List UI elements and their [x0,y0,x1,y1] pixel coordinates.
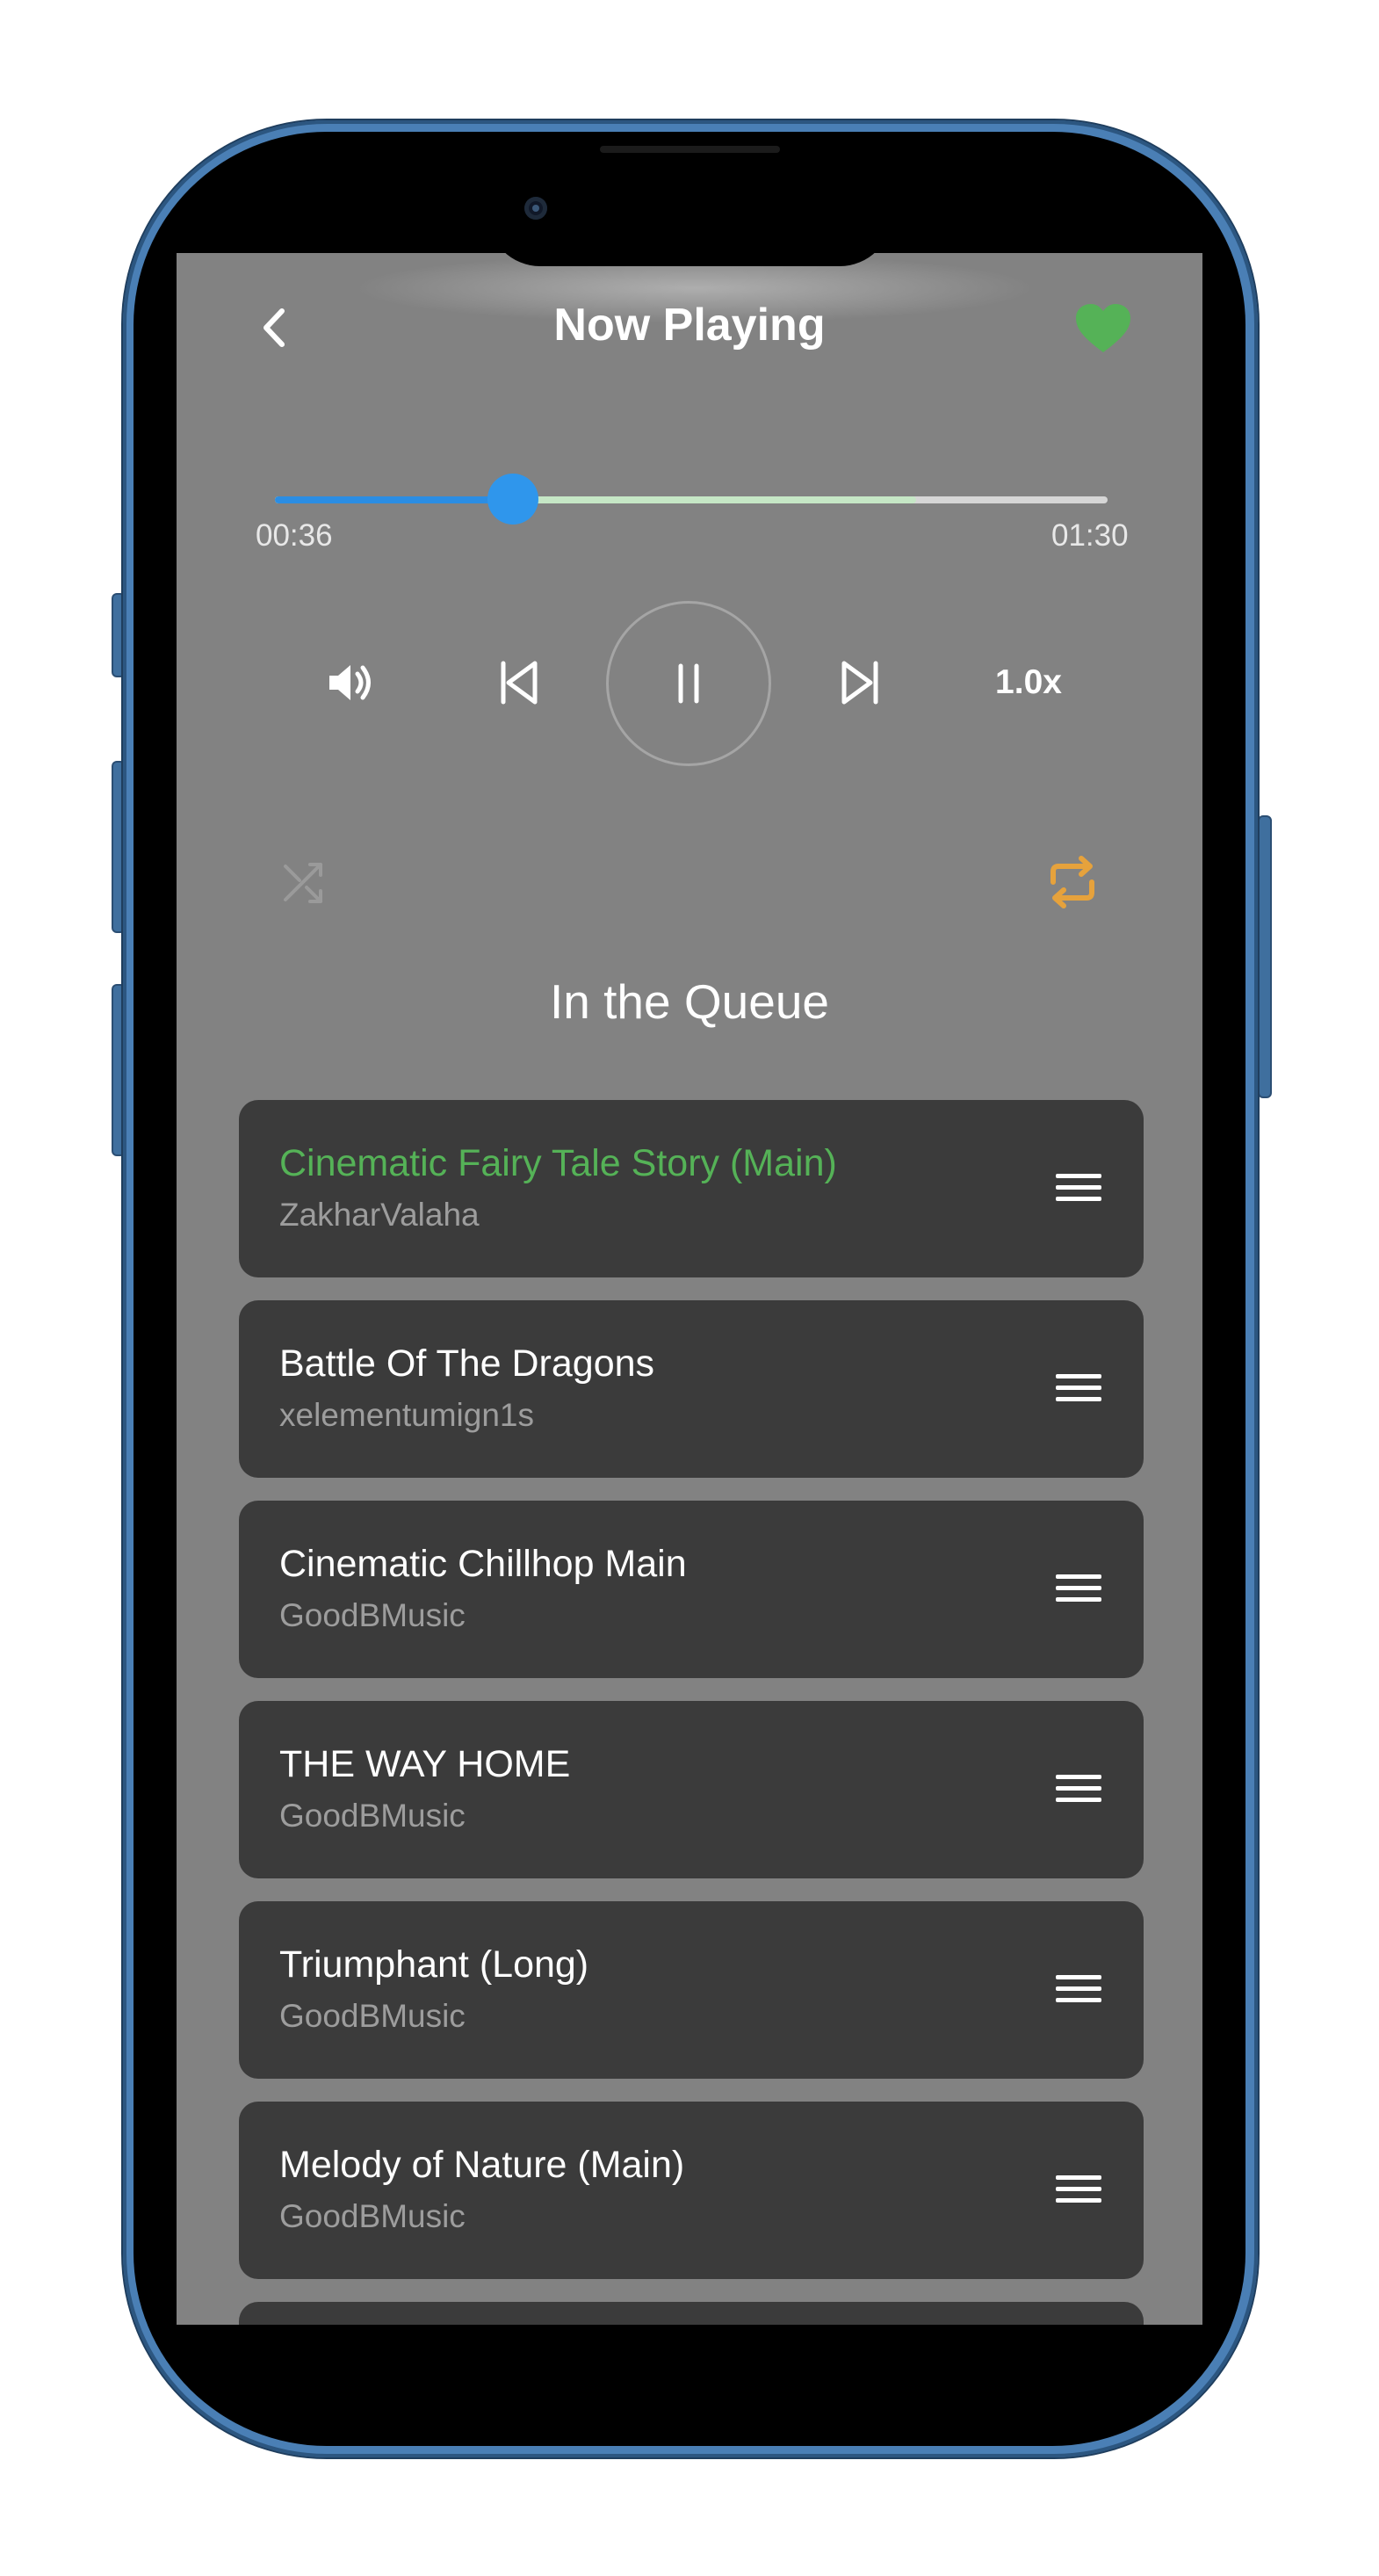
song-title: Battle Of The Dragons [279,1342,655,1385]
volume-icon [329,665,371,700]
song-title: Cinematic Fairy Tale Story (Main) [279,1142,837,1184]
shuffle-icon [284,863,322,903]
side-button-power [1258,815,1272,1098]
repeat-button[interactable] [1043,852,1102,912]
song-artist: GoodBMusic [279,1597,466,1633]
queue-item-3[interactable]: Cinematic Chillhop Main GoodBMusic [239,1501,1144,1678]
heart-icon [1076,304,1130,352]
song-artist: GoodBMusic [279,1998,466,2034]
pause-icon [678,663,699,704]
playback-speed-button[interactable]: 1.0x [985,654,1072,712]
drag-handle-icon[interactable] [1056,1769,1101,1808]
played-range [275,496,514,503]
song-artist: xelementumign1s [279,1397,534,1433]
elapsed-time: 00:36 [256,518,333,553]
repeat-icon [1050,856,1094,908]
shuffle-button[interactable] [277,854,333,910]
song-title: Cinematic Chillhop Main [279,1543,687,1585]
favorite-button[interactable] [1074,302,1132,355]
queue-item-partial[interactable] [239,2302,1144,2325]
queue-item-1[interactable]: Cinematic Fairy Tale Story (Main) Zakhar… [239,1100,1144,1277]
drag-handle-icon[interactable] [1056,1970,1101,2008]
previous-button[interactable] [488,652,550,713]
next-button[interactable] [829,652,891,713]
drag-handle-icon[interactable] [1056,1569,1101,1608]
song-title: Melody of Nature (Main) [279,2144,685,2186]
phone-speaker [600,146,780,153]
queue-title: In the Queue [549,974,830,1029]
seek-bar[interactable] [275,474,1108,525]
next-icon [841,661,878,705]
queue-item-6[interactable]: Melody of Nature (Main) GoodBMusic [239,2102,1144,2279]
volume-button[interactable] [320,652,381,713]
total-duration: 01:30 [1051,518,1129,553]
page-title: Now Playing [553,300,826,351]
song-artist: ZakharValaha [279,1197,480,1233]
song-artist: GoodBMusic [279,2198,466,2234]
queue-item-2[interactable]: Battle Of The Dragons xelementumign1s [239,1300,1144,1478]
play-pause-button[interactable] [606,601,771,766]
drag-handle-icon[interactable] [1056,2170,1101,2209]
queue-item-5[interactable]: Triumphant (Long) GoodBMusic [239,1901,1144,2079]
drag-handle-icon[interactable] [1056,1369,1101,1407]
song-title: Triumphant (Long) [279,1943,589,1986]
drag-handle-icon[interactable] [1056,1169,1101,1207]
queue-item-4[interactable]: THE WAY HOME GoodBMusic [239,1701,1144,1878]
song-title: THE WAY HOME [279,1743,571,1785]
app-screen: Now Playing 00:36 01:30 1.0x In the Queu… [177,253,1202,2325]
previous-icon [501,661,538,705]
queue-list: Cinematic Fairy Tale Story (Main) Zakhar… [239,1100,1144,2325]
seek-thumb[interactable] [487,474,539,525]
front-camera [524,197,547,220]
song-artist: GoodBMusic [279,1798,466,1834]
